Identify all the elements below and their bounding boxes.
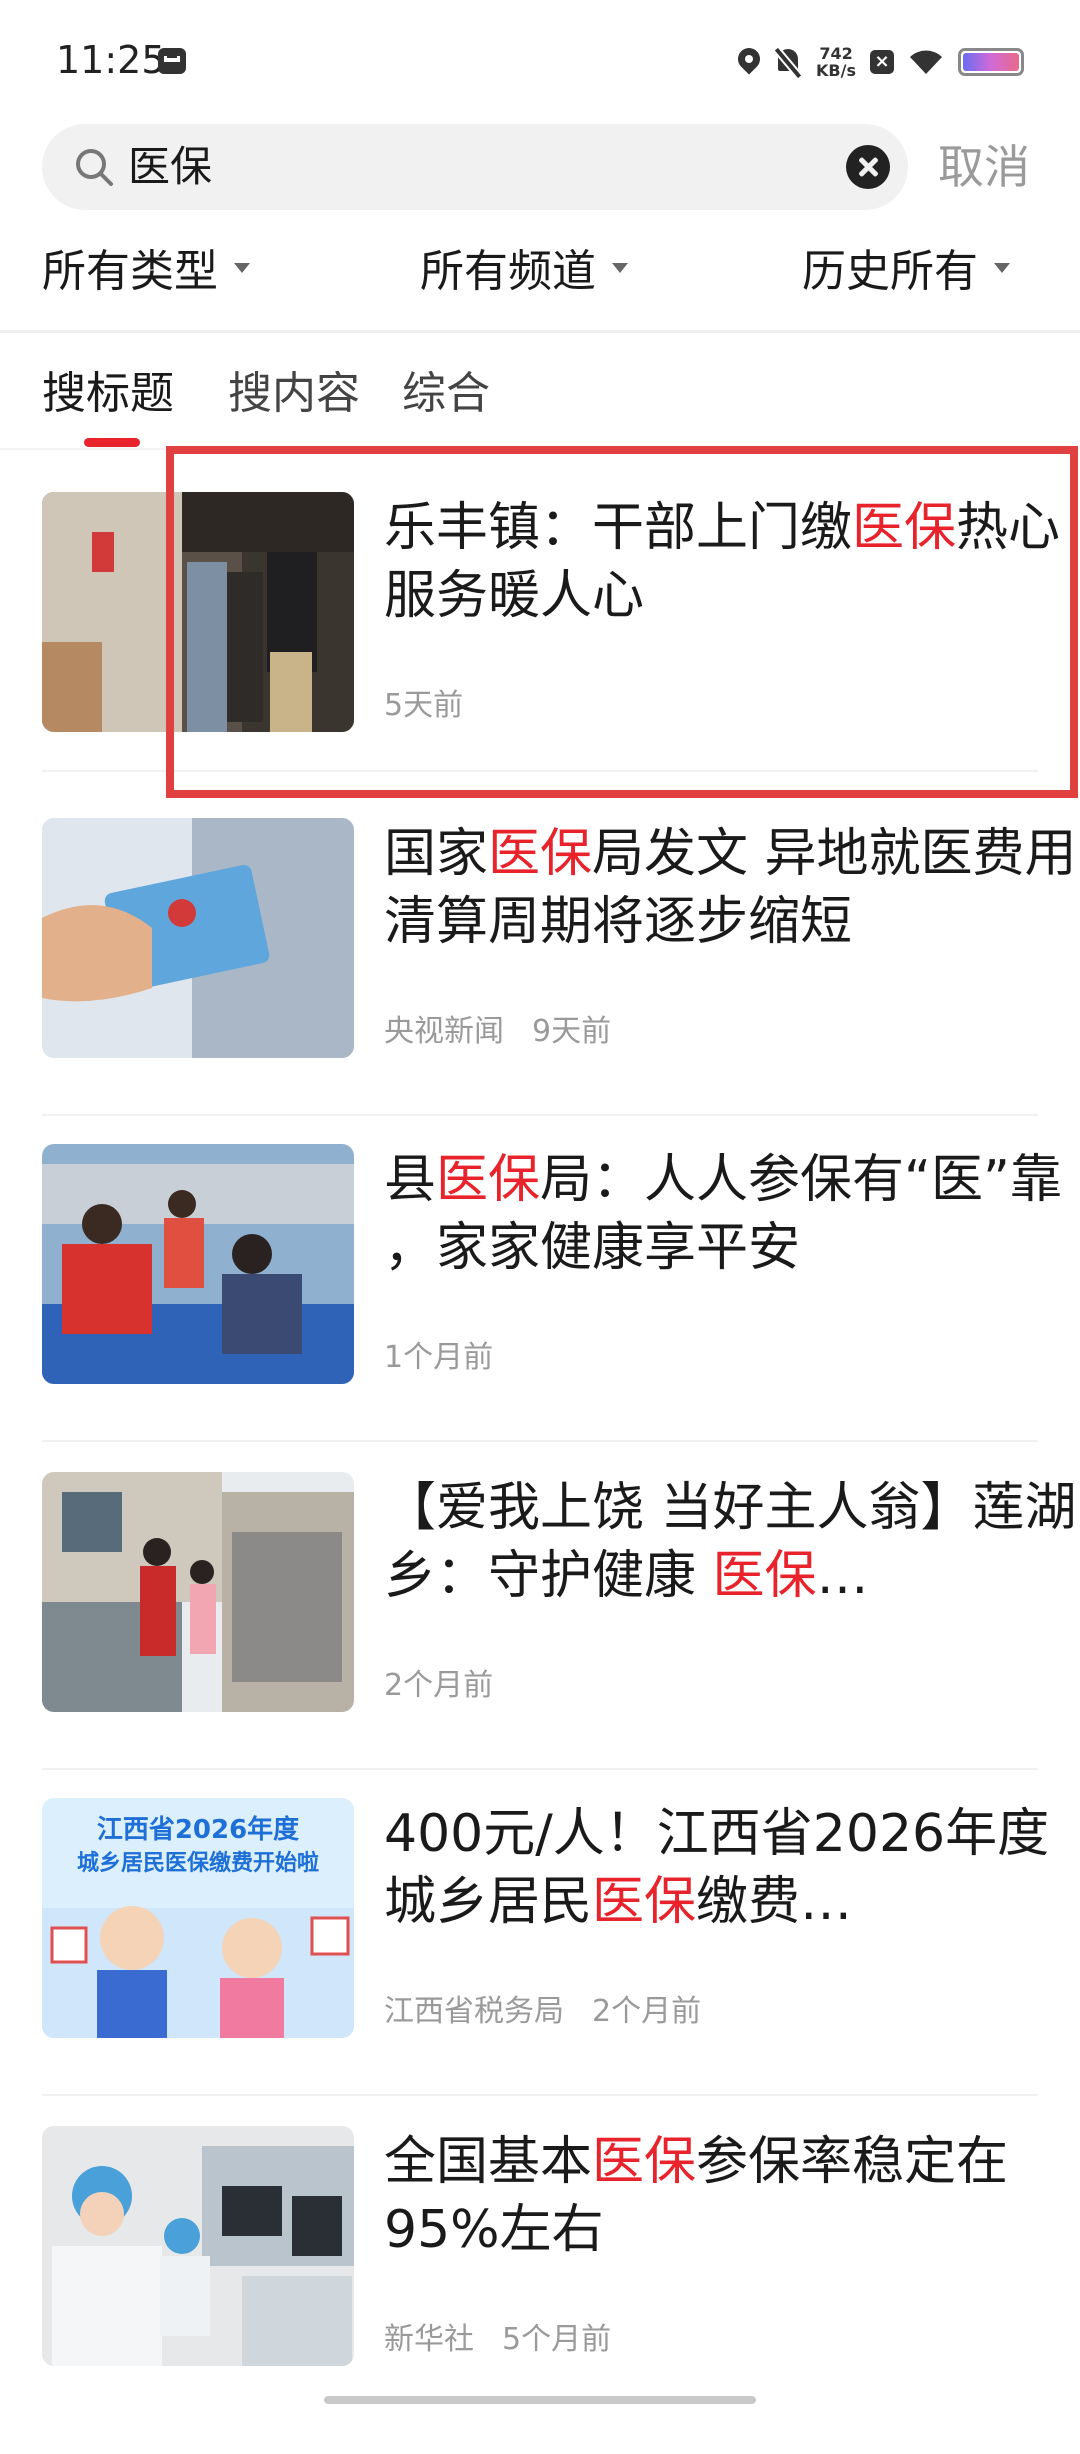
news-title[interactable]: 全国基本医保参保率稳定在95%左右 bbox=[384, 2128, 1080, 2264]
filter-type[interactable]: 所有类型 bbox=[42, 232, 250, 312]
news-meta: 2个月前 bbox=[384, 1666, 493, 1706]
poster-line-2: 城乡居民医保缴费开始啦 bbox=[77, 1850, 319, 1876]
news-time: 2个月前 bbox=[384, 1668, 494, 1703]
dropdown-arrow-icon bbox=[612, 263, 628, 273]
location-icon bbox=[738, 48, 760, 76]
divider bbox=[42, 770, 1038, 772]
news-item[interactable]: 【爱我上饶 当好主人翁】莲湖乡：守护健康 医保… 2个月前 bbox=[42, 1472, 1077, 1800]
title-highlight: 医保 bbox=[712, 1546, 817, 1606]
tab-comprehensive[interactable]: 综合 bbox=[402, 356, 490, 432]
divider bbox=[42, 2094, 1038, 2096]
status-bar: 11:25 742 KB/s × bbox=[0, 0, 1080, 120]
home-indicator[interactable] bbox=[324, 2396, 756, 2404]
cartoon-poster: 江西省2026年度 城乡居民医保缴费开始啦 bbox=[42, 1798, 354, 2038]
news-time: 9天前 bbox=[532, 1014, 612, 1049]
filter-history[interactable]: 历史所有 bbox=[802, 232, 1010, 312]
x-app-icon: × bbox=[870, 50, 894, 74]
battery-icon bbox=[958, 48, 1024, 76]
network-speed: 742 KB/s bbox=[816, 45, 856, 79]
title-highlight: 医保 bbox=[488, 824, 593, 884]
status-icons: 742 KB/s × bbox=[738, 40, 1024, 84]
news-meta: 1个月前 bbox=[384, 1338, 493, 1378]
news-source: 新华社 bbox=[384, 2322, 474, 2357]
news-title[interactable]: 乐丰镇：干部上门缴医保热心服务暖人心 bbox=[384, 494, 1080, 630]
divider bbox=[42, 1114, 1038, 1116]
divider bbox=[0, 448, 1080, 450]
news-item[interactable]: 乐丰镇：干部上门缴医保热心服务暖人心 5天前 bbox=[42, 492, 1060, 820]
news-item[interactable]: 全国基本医保参保率稳定在95%左右 新华社 5个月前 bbox=[42, 2126, 1038, 2454]
news-source: 江西省税务局 bbox=[384, 1994, 564, 2029]
poster-line-1: 江西省2026年度 bbox=[97, 1814, 299, 1845]
hospital-nurse-photo bbox=[42, 2126, 354, 2366]
news-meta: 央视新闻 9天前 bbox=[384, 1012, 611, 1052]
news-title[interactable]: 【爱我上饶 当好主人翁】莲湖乡：守护健康 医保… bbox=[384, 1474, 1080, 1610]
title-text: 缴费… bbox=[696, 1872, 853, 1932]
title-highlight: 医保 bbox=[592, 1872, 697, 1932]
message-icon bbox=[158, 48, 186, 74]
title-highlight: 医保 bbox=[852, 498, 957, 558]
tab-indicator bbox=[84, 438, 140, 447]
clear-search-icon[interactable] bbox=[846, 145, 890, 189]
speed-value: 742 bbox=[819, 44, 853, 63]
insurance-card-photo bbox=[42, 818, 354, 1058]
title-text: 国家 bbox=[384, 824, 489, 884]
news-item[interactable]: 江西省2026年度 城乡居民医保缴费开始啦 400元/人！江西省2026年度城乡… bbox=[42, 1798, 1049, 2126]
news-meta: 江西省税务局 2个月前 bbox=[384, 1992, 701, 2032]
news-item[interactable]: 县医保局：人人参保有“医”靠 ，家家健康享平安 1个月前 bbox=[42, 1144, 1062, 1472]
search-icon bbox=[76, 149, 113, 186]
divider bbox=[42, 1440, 1038, 1442]
dropdown-arrow-icon bbox=[994, 263, 1010, 273]
news-title[interactable]: 国家医保局发文 异地就医费用清算周期将逐步缩短 bbox=[384, 820, 1080, 956]
news-title[interactable]: 400元/人！江西省2026年度城乡居民医保缴费… bbox=[384, 1800, 1080, 1936]
divider bbox=[42, 1768, 1038, 1770]
search-query: 医保 bbox=[128, 142, 213, 191]
title-text: 全国基本 bbox=[384, 2132, 593, 2192]
title-text: 县 bbox=[384, 1150, 437, 1210]
news-time: 5个月前 bbox=[502, 2322, 612, 2357]
news-item[interactable]: 国家医保局发文 异地就医费用清算周期将逐步缩短 央视新闻 9天前 bbox=[42, 818, 1077, 1146]
news-source: 央视新闻 bbox=[384, 1014, 504, 1049]
tab-search-content[interactable]: 搜内容 bbox=[228, 356, 360, 432]
news-title[interactable]: 县医保局：人人参保有“医”靠 ，家家健康享平安 bbox=[384, 1146, 1080, 1282]
filter-channel-label: 所有频道 bbox=[420, 246, 596, 297]
wifi-icon bbox=[908, 48, 944, 76]
title-text: … bbox=[816, 1546, 869, 1606]
mute-icon bbox=[774, 47, 802, 77]
outdoor-service-desk-photo bbox=[42, 1144, 354, 1384]
divider bbox=[0, 330, 1080, 333]
title-text: 乐丰镇：干部上门缴 bbox=[384, 498, 853, 558]
news-meta: 新华社 5个月前 bbox=[384, 2320, 611, 2360]
door-visit-photo bbox=[42, 492, 354, 732]
news-meta: 5天前 bbox=[384, 686, 463, 726]
village-gate-photo bbox=[42, 1472, 354, 1712]
search-input[interactable]: 医保 bbox=[42, 124, 908, 210]
title-highlight: 医保 bbox=[592, 2132, 697, 2192]
status-time: 11:25 bbox=[56, 38, 166, 82]
news-time: 5天前 bbox=[384, 688, 464, 723]
filter-type-label: 所有类型 bbox=[42, 246, 218, 297]
filter-channel[interactable]: 所有频道 bbox=[420, 232, 628, 312]
title-highlight: 医保 bbox=[436, 1150, 541, 1210]
speed-unit: KB/s bbox=[816, 61, 856, 80]
tab-search-title[interactable]: 搜标题 bbox=[42, 356, 174, 432]
news-time: 1个月前 bbox=[384, 1340, 494, 1375]
news-time: 2个月前 bbox=[592, 1994, 702, 2029]
cancel-button[interactable]: 取消 bbox=[938, 132, 1030, 202]
dropdown-arrow-icon bbox=[234, 263, 250, 273]
filter-history-label: 历史所有 bbox=[802, 246, 978, 297]
filter-bar: 所有类型 所有频道 历史所有 bbox=[0, 232, 1080, 312]
